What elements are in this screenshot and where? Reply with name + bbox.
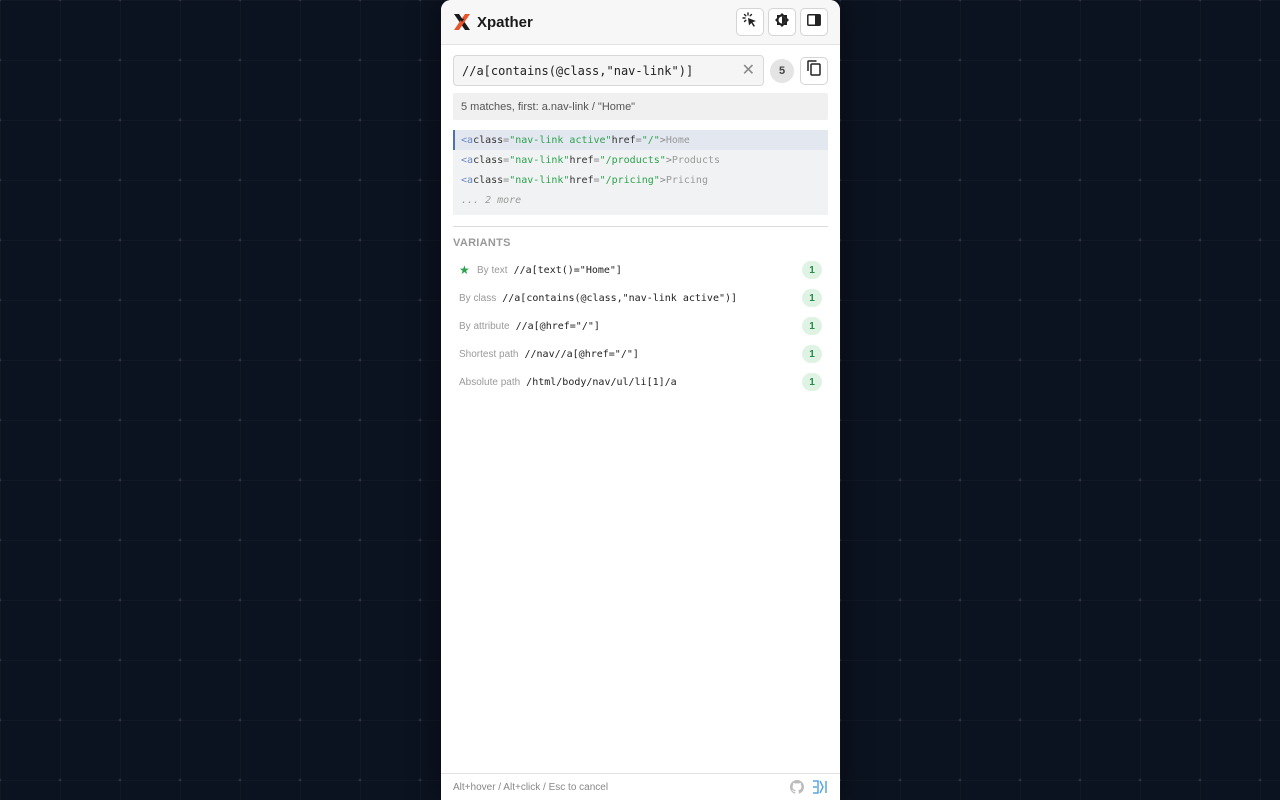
tag-open: <a: [461, 154, 474, 166]
copy-button[interactable]: [800, 56, 828, 85]
element-text: Home: [665, 134, 690, 146]
attr-name: class: [473, 134, 504, 146]
more-results: ... 2 more: [461, 194, 522, 206]
result-row[interactable]: <a class = " nav-link " href = "/products " > Pro…: [453, 150, 828, 170]
divider: [453, 226, 828, 227]
variant-row[interactable]: By attribute //a[@href="/"] 1: [453, 312, 828, 340]
result-row[interactable]: <a class = " nav-link active " href = " / " > Home: [453, 130, 828, 150]
theme-toggle-icon: [774, 12, 790, 33]
variant-xpath: //a[text()="Home"]: [513, 264, 622, 276]
search-row: ✕ 5: [441, 45, 840, 86]
variant-xpath: /html/body/nav/ul/li[1]/a: [526, 376, 677, 388]
xpather-logo-icon: [453, 13, 471, 31]
brand-logo-icon[interactable]: [812, 780, 828, 794]
result-row[interactable]: <a class = " nav-link " href = "/pricing " > Pric…: [453, 170, 828, 190]
attr-value: /products: [605, 154, 660, 166]
attr-value: nav-link: [515, 174, 564, 186]
attr-name: href: [569, 174, 594, 186]
variants-heading: VARIANTS: [453, 237, 511, 249]
xpath-search-box: ✕: [453, 55, 764, 86]
variants-list: ★ By text //a[text()="Home"] 1 By class //a[c…: [441, 256, 840, 396]
copy-icon: [807, 60, 821, 81]
tag-open: <a: [461, 174, 474, 186]
attr-value: /pricing: [605, 174, 654, 186]
variant-label: By attribute: [459, 320, 510, 332]
variant-label: By text: [477, 264, 508, 276]
variant-label: Shortest path: [459, 348, 519, 360]
header: Xpather: [441, 0, 840, 45]
variant-count-badge: 1: [802, 261, 822, 279]
variant-xpath: //nav//a[@href="/"]: [524, 348, 639, 360]
attr-name: href: [569, 154, 594, 166]
variant-row[interactable]: By class //a[contains(@class,"nav-link ac…: [453, 284, 828, 312]
attr-value: nav-link: [515, 154, 564, 166]
xpath-input[interactable]: [462, 63, 742, 78]
element-text: Pricing: [665, 174, 708, 186]
attr-name: href: [611, 134, 636, 146]
match-status: 5 matches, first: a.nav-link / "Home": [453, 93, 828, 120]
variant-count-badge: 1: [802, 289, 822, 307]
variant-xpath: //a[contains(@class,"nav-link active")]: [502, 292, 738, 304]
sidebar-toggle-icon: [807, 13, 821, 31]
pick-element-button[interactable]: [736, 8, 764, 36]
variant-count-badge: 1: [802, 345, 822, 363]
close-icon[interactable]: ✕: [742, 62, 755, 79]
match-count-badge: 5: [770, 58, 794, 83]
results-list: <a class = " nav-link active " href = " / " > Home…: [453, 130, 828, 215]
sidebar-toggle-button[interactable]: [800, 8, 828, 36]
variant-label: By class: [459, 292, 497, 304]
variant-count-badge: 1: [802, 373, 822, 391]
extension-panel: Xpather //a[contains(@class,"nav-link")]…: [441, 0, 840, 800]
attr-name: class: [473, 174, 504, 186]
pointer-select-icon: [742, 11, 758, 33]
footer-hint: Alt+hover / Alt+click / Esc to cancel: [453, 781, 609, 793]
github-icon[interactable]: [790, 780, 804, 794]
tag-open: <a: [461, 134, 474, 146]
star-icon: ★: [459, 263, 470, 277]
variant-row[interactable]: ★ By text //a[text()="Home"] 1: [453, 256, 828, 284]
attr-value: nav-link active: [515, 134, 606, 146]
attr-name: class: [473, 154, 504, 166]
variant-label: Absolute path: [459, 376, 521, 388]
element-text: Products: [671, 154, 721, 166]
app-title: Xpather: [477, 13, 533, 31]
footer: Alt+hover / Alt+click / Esc to cancel: [441, 773, 840, 800]
theme-toggle-button[interactable]: [768, 8, 796, 36]
variant-xpath: //a[@href="/"]: [515, 320, 600, 332]
variant-row[interactable]: Shortest path //nav//a[@href="/"] 1: [453, 340, 828, 368]
variant-row[interactable]: Absolute path/html/body/nav/ul/li[1]/a 1: [453, 368, 828, 396]
variant-count-badge: 1: [802, 317, 822, 335]
